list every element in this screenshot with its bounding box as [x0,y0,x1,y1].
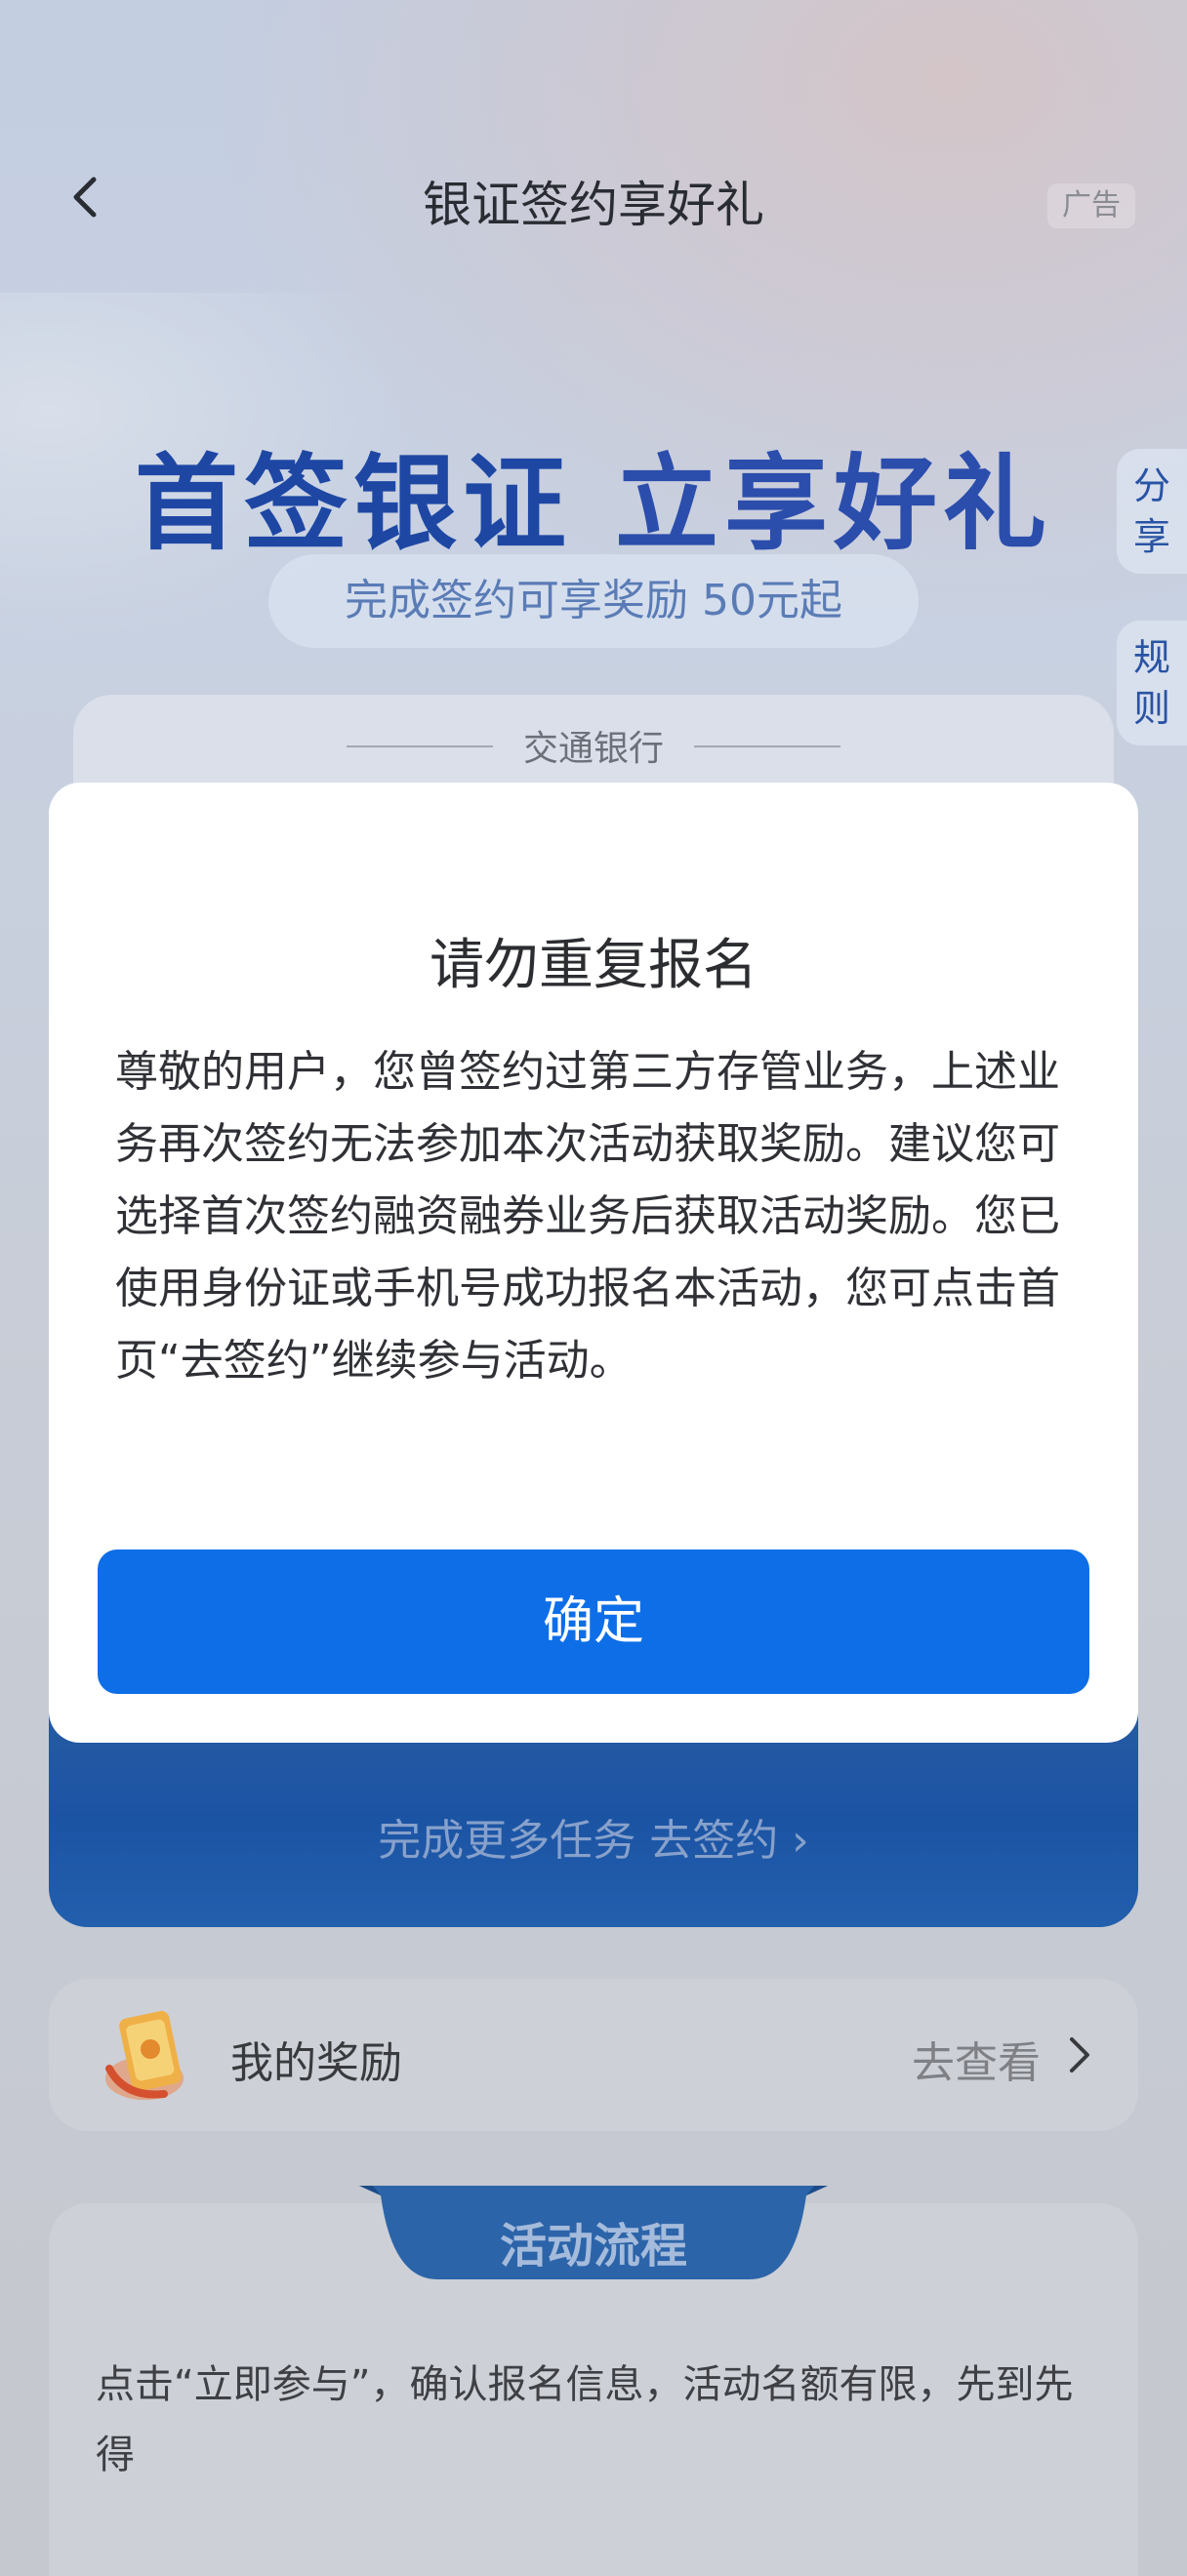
confirm-button[interactable]: 确定 [98,1550,1089,1694]
dialog-message: 尊敬的用户，您曾签约过第三方存管业务，上述业务再次签约无法参加本次活动获取奖励。… [115,1047,1060,1386]
dialog-title: 请勿重复报名 [430,934,757,997]
duplicate-signup-dialog: 请勿重复报名 尊敬的用户，您曾签约过第三方存管业务，上述业务再次签约无法参加本次… [49,783,1138,1743]
